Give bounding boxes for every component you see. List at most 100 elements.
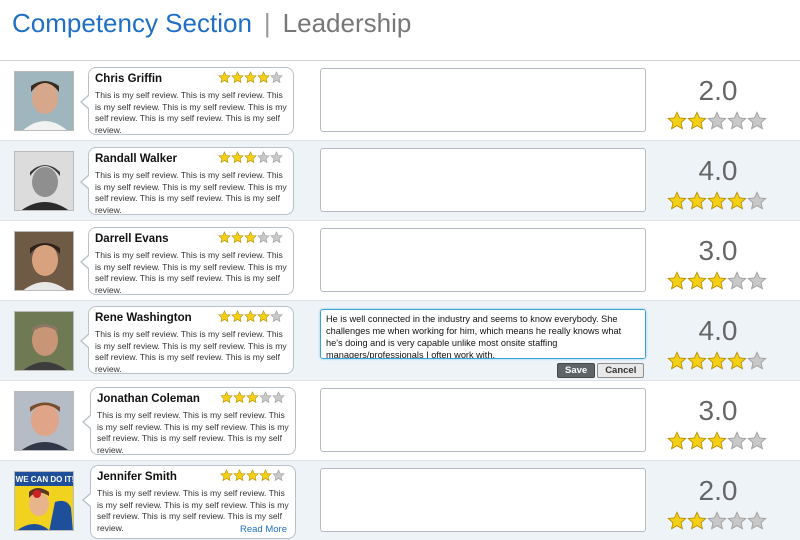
self-review-text: This is my self review. This is my self … bbox=[95, 90, 287, 135]
self-review-bubble: Rene Washington This is my self review. … bbox=[80, 306, 294, 374]
star-filled-icon bbox=[246, 469, 259, 482]
star-empty-icon[interactable] bbox=[747, 511, 767, 531]
star-empty-icon[interactable] bbox=[747, 431, 767, 451]
star-empty-icon bbox=[270, 310, 283, 323]
star-filled-icon bbox=[233, 469, 246, 482]
self-review-bubble: Randall Walker This is my self review. T… bbox=[80, 147, 294, 215]
star-filled-icon bbox=[259, 469, 272, 482]
manager-comment-input[interactable]: He is well connected in the industry and… bbox=[320, 309, 646, 359]
star-filled-icon bbox=[218, 310, 231, 323]
manager-rating-stars[interactable] bbox=[667, 271, 767, 291]
self-rating-stars bbox=[218, 310, 283, 323]
manager-comment-input[interactable] bbox=[320, 228, 646, 292]
section-title: Competency Section bbox=[12, 8, 252, 38]
avatar bbox=[14, 231, 74, 291]
star-empty-icon bbox=[270, 71, 283, 84]
self-rating-stars bbox=[220, 391, 285, 404]
rating-score: 3.0 bbox=[698, 235, 738, 266]
star-filled-icon bbox=[246, 391, 259, 404]
star-filled-icon bbox=[231, 310, 244, 323]
star-filled-icon[interactable] bbox=[667, 191, 687, 211]
star-filled-icon[interactable] bbox=[707, 431, 727, 451]
manager-rating-stars[interactable] bbox=[667, 511, 767, 531]
star-filled-icon bbox=[244, 310, 257, 323]
manager-comment-input[interactable] bbox=[320, 468, 646, 532]
star-empty-icon bbox=[257, 231, 270, 244]
star-filled-icon bbox=[220, 469, 233, 482]
star-filled-icon[interactable] bbox=[667, 511, 687, 531]
self-review-bubble: Darrell Evans This is my self review. Th… bbox=[80, 227, 294, 295]
star-filled-icon bbox=[233, 391, 246, 404]
star-filled-icon[interactable] bbox=[667, 111, 687, 131]
star-empty-icon bbox=[257, 151, 270, 164]
review-row: Darrell Evans This is my self review. Th… bbox=[0, 221, 800, 301]
avatar bbox=[14, 311, 74, 371]
self-review-text: This is my self review. This is my self … bbox=[97, 410, 289, 455]
star-empty-icon[interactable] bbox=[727, 511, 747, 531]
comment-actions: Save Cancel bbox=[557, 363, 645, 378]
star-filled-icon[interactable] bbox=[667, 431, 687, 451]
self-rating-stars bbox=[218, 71, 283, 84]
star-filled-icon[interactable] bbox=[687, 351, 707, 371]
star-filled-icon bbox=[231, 151, 244, 164]
manager-comment-input[interactable] bbox=[320, 388, 646, 452]
star-filled-icon bbox=[218, 71, 231, 84]
manager-rating-stars[interactable] bbox=[667, 431, 767, 451]
star-filled-icon bbox=[218, 231, 231, 244]
rating-score: 4.0 bbox=[698, 315, 738, 346]
star-empty-icon[interactable] bbox=[747, 271, 767, 291]
star-empty-icon[interactable] bbox=[747, 111, 767, 131]
subsection-title: Leadership bbox=[282, 8, 412, 38]
star-filled-icon[interactable] bbox=[727, 191, 747, 211]
cancel-button[interactable]: Cancel bbox=[597, 363, 645, 378]
star-filled-icon[interactable] bbox=[667, 271, 687, 291]
star-filled-icon bbox=[244, 71, 257, 84]
star-empty-icon[interactable] bbox=[707, 111, 727, 131]
star-filled-icon[interactable] bbox=[687, 191, 707, 211]
review-row: WE CAN DO IT! Jennifer Smith This is my … bbox=[0, 461, 800, 540]
star-empty-icon[interactable] bbox=[747, 351, 767, 371]
self-review-bubble: Chris Griffin This is my self review. Th… bbox=[80, 67, 294, 135]
self-review-text: This is my self review. This is my self … bbox=[95, 250, 287, 295]
star-filled-icon[interactable] bbox=[707, 191, 727, 211]
manager-rating-stars[interactable] bbox=[667, 191, 767, 211]
star-filled-icon[interactable] bbox=[687, 271, 707, 291]
avatar bbox=[14, 71, 74, 131]
star-filled-icon[interactable] bbox=[727, 351, 747, 371]
rating-score: 3.0 bbox=[698, 395, 738, 426]
manager-comment-input[interactable] bbox=[320, 148, 646, 212]
save-button[interactable]: Save bbox=[557, 363, 596, 378]
review-row: Jonathan Coleman This is my self review.… bbox=[0, 381, 800, 461]
rating-score: 2.0 bbox=[698, 475, 738, 506]
star-empty-icon bbox=[270, 231, 283, 244]
star-filled-icon[interactable] bbox=[667, 351, 687, 371]
rating-score: 4.0 bbox=[698, 155, 738, 186]
star-empty-icon bbox=[270, 151, 283, 164]
rating-score: 2.0 bbox=[698, 75, 738, 106]
self-review-text: This is my self review. This is my self … bbox=[95, 170, 287, 215]
page-header: Competency Section | Leadership bbox=[12, 8, 411, 40]
star-empty-icon bbox=[259, 391, 272, 404]
self-review-bubble: Jennifer Smith This is my self review. T… bbox=[82, 465, 296, 539]
star-filled-icon[interactable] bbox=[707, 351, 727, 371]
star-filled-icon[interactable] bbox=[707, 271, 727, 291]
self-review-bubble: Jonathan Coleman This is my self review.… bbox=[82, 387, 296, 455]
read-more-link[interactable]: Read More bbox=[240, 524, 287, 535]
star-filled-icon bbox=[220, 391, 233, 404]
star-empty-icon[interactable] bbox=[727, 111, 747, 131]
avatar: WE CAN DO IT! bbox=[14, 471, 74, 531]
manager-comment-input[interactable] bbox=[320, 68, 646, 132]
review-row: Rene Washington This is my self review. … bbox=[0, 301, 800, 381]
star-empty-icon[interactable] bbox=[747, 191, 767, 211]
manager-rating-stars[interactable] bbox=[667, 351, 767, 371]
self-review-text: This is my self review. This is my self … bbox=[95, 329, 287, 374]
star-filled-icon[interactable] bbox=[687, 431, 707, 451]
avatar bbox=[14, 151, 74, 211]
star-empty-icon[interactable] bbox=[707, 511, 727, 531]
star-filled-icon[interactable] bbox=[687, 511, 707, 531]
manager-rating-stars[interactable] bbox=[667, 111, 767, 131]
title-separator: | bbox=[263, 8, 271, 38]
star-empty-icon[interactable] bbox=[727, 271, 747, 291]
star-empty-icon[interactable] bbox=[727, 431, 747, 451]
star-filled-icon[interactable] bbox=[687, 111, 707, 131]
